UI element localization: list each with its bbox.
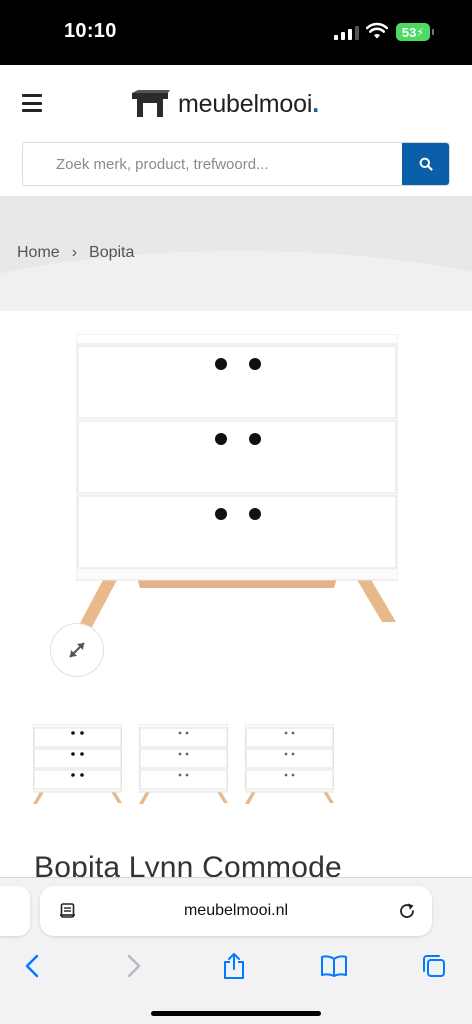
expand-arrows-icon (69, 642, 85, 658)
battery-charging-icon: 53 ⚡ (396, 23, 434, 41)
search-icon (419, 157, 433, 171)
url-text: meubelmooi.nl (183, 902, 289, 919)
safari-nav-toolbar (0, 948, 472, 988)
previous-tab-preview[interactable] (0, 886, 30, 936)
logo-text: meubelmooi. (178, 89, 319, 118)
search-button[interactable] (402, 143, 449, 185)
battery-level: 53 (401, 24, 417, 40)
search-bar (22, 142, 450, 186)
product-main-image[interactable] (76, 334, 398, 631)
breadcrumb-separator: › (71, 244, 78, 261)
reload-icon[interactable] (397, 901, 417, 921)
back-icon (25, 954, 39, 978)
address-bar[interactable]: meubelmooi.nl (40, 886, 432, 936)
reader-mode-icon[interactable] (59, 902, 77, 920)
search-input[interactable] (23, 143, 402, 185)
tabs-icon (423, 955, 445, 977)
wifi-icon (366, 22, 388, 39)
browser-toolbar: meubelmooi.nl (0, 877, 472, 1024)
site-header: meubelmooi. (0, 65, 472, 195)
status-bar: 10:10 53 ⚡ (0, 0, 472, 65)
forward-icon (127, 954, 141, 978)
breadcrumb-home[interactable]: Home (17, 244, 60, 262)
breadcrumb-area: Home › Bopita (0, 196, 472, 311)
hamburger-menu-icon[interactable] (22, 94, 42, 112)
expand-image-button[interactable] (50, 623, 104, 677)
forward-button[interactable] (114, 948, 154, 984)
home-indicator[interactable] (151, 1011, 321, 1016)
share-button[interactable] (214, 948, 254, 984)
cellular-signal-icon (334, 26, 359, 40)
status-time: 10:10 (64, 20, 117, 42)
share-icon (224, 953, 244, 979)
bookmarks-icon (321, 955, 347, 977)
site-logo[interactable]: meubelmooi. (130, 89, 319, 119)
product-section: Bopita Lynn Commode (0, 311, 472, 884)
thumbnail-2[interactable] (139, 724, 228, 806)
thumbnail-1[interactable] (33, 724, 122, 806)
bookmarks-button[interactable] (314, 948, 354, 984)
back-button[interactable] (12, 948, 52, 984)
thumbnail-3[interactable] (245, 724, 334, 806)
logo-furniture-icon (132, 90, 170, 117)
thumbnail-strip (33, 724, 334, 806)
breadcrumb: Home › Bopita (17, 244, 134, 262)
tabs-button[interactable] (414, 948, 454, 984)
breadcrumb-bopita[interactable]: Bopita (89, 244, 134, 262)
